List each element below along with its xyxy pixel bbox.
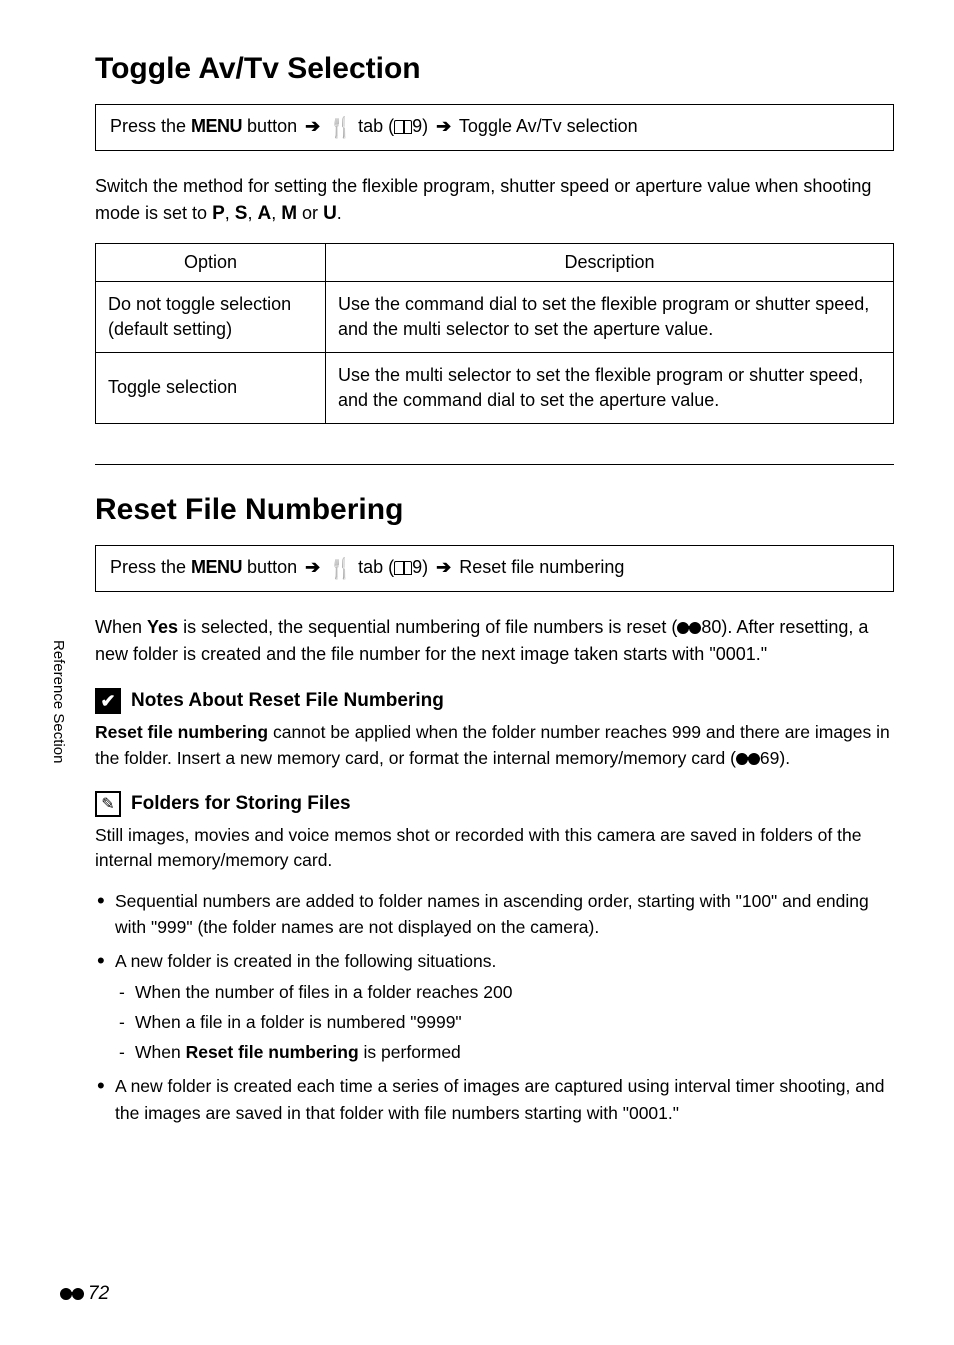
bullet-text: Sequential numbers are added to folder n… — [115, 891, 869, 937]
sub-text: When — [135, 1042, 186, 1062]
nav-item-label: Reset file numbering — [454, 557, 624, 577]
nav-text: button — [242, 116, 302, 136]
body-paragraph: When Yes is selected, the sequential num… — [95, 614, 894, 668]
bullet-list: Sequential numbers are added to folder n… — [95, 888, 894, 1126]
note-header-warning: ✔ Notes About Reset File Numbering — [95, 688, 894, 714]
sub-list-item: When the number of files in a folder rea… — [115, 979, 894, 1005]
body-text: is selected, the sequential numbering of… — [178, 617, 677, 637]
pencil-icon: ✎ — [95, 791, 121, 817]
nav-item-label: Toggle Av/Tv selection — [454, 116, 637, 136]
nav-text: tab ( — [353, 557, 394, 577]
reference-number: 69 — [760, 748, 779, 768]
table-header-description: Description — [326, 243, 894, 281]
arrow-icon: ➔ — [305, 557, 320, 577]
mode-letters: U — [323, 203, 337, 224]
bold-term: Reset file numbering — [186, 1042, 359, 1062]
table-row: Toggle selection Use the multi selector … — [96, 352, 894, 423]
sub-list: When the number of files in a folder rea… — [115, 979, 894, 1066]
table-row: Do not toggle selection (default setting… — [96, 281, 894, 352]
note-intro: Still images, movies and voice memos sho… — [95, 823, 894, 874]
reference-link-icon — [60, 1288, 84, 1300]
page-ref: 9 — [412, 557, 422, 577]
page-number: 72 — [88, 1283, 109, 1305]
mode-letters: S — [235, 203, 248, 224]
options-table: Option Description Do not toggle selecti… — [95, 243, 894, 425]
sub-text: is performed — [359, 1042, 461, 1062]
mode-letters: M — [281, 203, 297, 224]
nav-text: Press the — [110, 116, 191, 136]
menu-button-label: MENU — [191, 557, 242, 577]
nav-text: ) — [422, 116, 433, 136]
list-item: Sequential numbers are added to folder n… — [95, 888, 894, 941]
setup-tab-icon: 🍴 — [328, 556, 353, 581]
side-section-label: Reference Section — [50, 640, 67, 763]
arrow-icon: ➔ — [436, 557, 451, 577]
mode-letters: P — [212, 203, 225, 224]
bullet-text: A new folder is created in the following… — [115, 951, 496, 971]
setup-tab-icon: 🍴 — [328, 115, 353, 140]
yes-label: Yes — [147, 617, 178, 637]
section-heading-toggle: Toggle Av/Tv Selection — [95, 52, 894, 86]
option-cell: Do not toggle selection (default setting… — [96, 281, 326, 352]
nav-text: tab ( — [353, 116, 394, 136]
breadcrumb-reset: Press the MENU button ➔ 🍴 tab ( 9) ➔ Rese… — [95, 545, 894, 592]
section-divider — [95, 464, 894, 465]
note-header-info: ✎ Folders for Storing Files — [95, 791, 894, 817]
reference-link-icon — [736, 753, 760, 765]
description-cell: Use the command dial to set the flexible… — [326, 281, 894, 352]
mode-letters: A — [257, 203, 271, 224]
bullet-text: A new folder is created each time a seri… — [115, 1076, 884, 1122]
intro-paragraph: Switch the method for setting the flexib… — [95, 173, 894, 229]
menu-button-label: MENU — [191, 116, 242, 136]
section-heading-reset: Reset File Numbering — [95, 493, 894, 527]
breadcrumb-toggle: Press the MENU button ➔ 🍴 tab ( 9) ➔ Togg… — [95, 104, 894, 151]
sub-list-item: When Reset file numbering is performed — [115, 1039, 894, 1065]
list-item: A new folder is created in the following… — [95, 948, 894, 1065]
note-title: Notes About Reset File Numbering — [131, 690, 444, 712]
book-icon — [394, 561, 412, 575]
nav-text: Press the — [110, 557, 191, 577]
nav-text: button — [242, 557, 302, 577]
reference-number: 80 — [701, 617, 721, 637]
arrow-icon: ➔ — [305, 116, 320, 136]
book-icon — [394, 120, 412, 134]
intro-text: . — [337, 203, 342, 223]
table-header-option: Option — [96, 243, 326, 281]
sub-list-item: When a file in a folder is numbered "999… — [115, 1009, 894, 1035]
warning-icon: ✔ — [95, 688, 121, 714]
option-cell: Toggle selection — [96, 352, 326, 423]
note-title: Folders for Storing Files — [131, 793, 351, 815]
description-cell: Use the multi selector to set the flexib… — [326, 352, 894, 423]
note-text: ). — [779, 748, 790, 768]
page-ref: 9 — [412, 116, 422, 136]
list-item: A new folder is created each time a seri… — [95, 1073, 894, 1126]
bold-term: Reset file numbering — [95, 722, 268, 742]
nav-text: ) — [422, 557, 433, 577]
page-footer: 72 — [60, 1283, 109, 1305]
reference-link-icon — [677, 622, 701, 634]
note-body: Reset file numbering cannot be applied w… — [95, 720, 894, 771]
arrow-icon: ➔ — [436, 116, 451, 136]
body-text: When — [95, 617, 147, 637]
